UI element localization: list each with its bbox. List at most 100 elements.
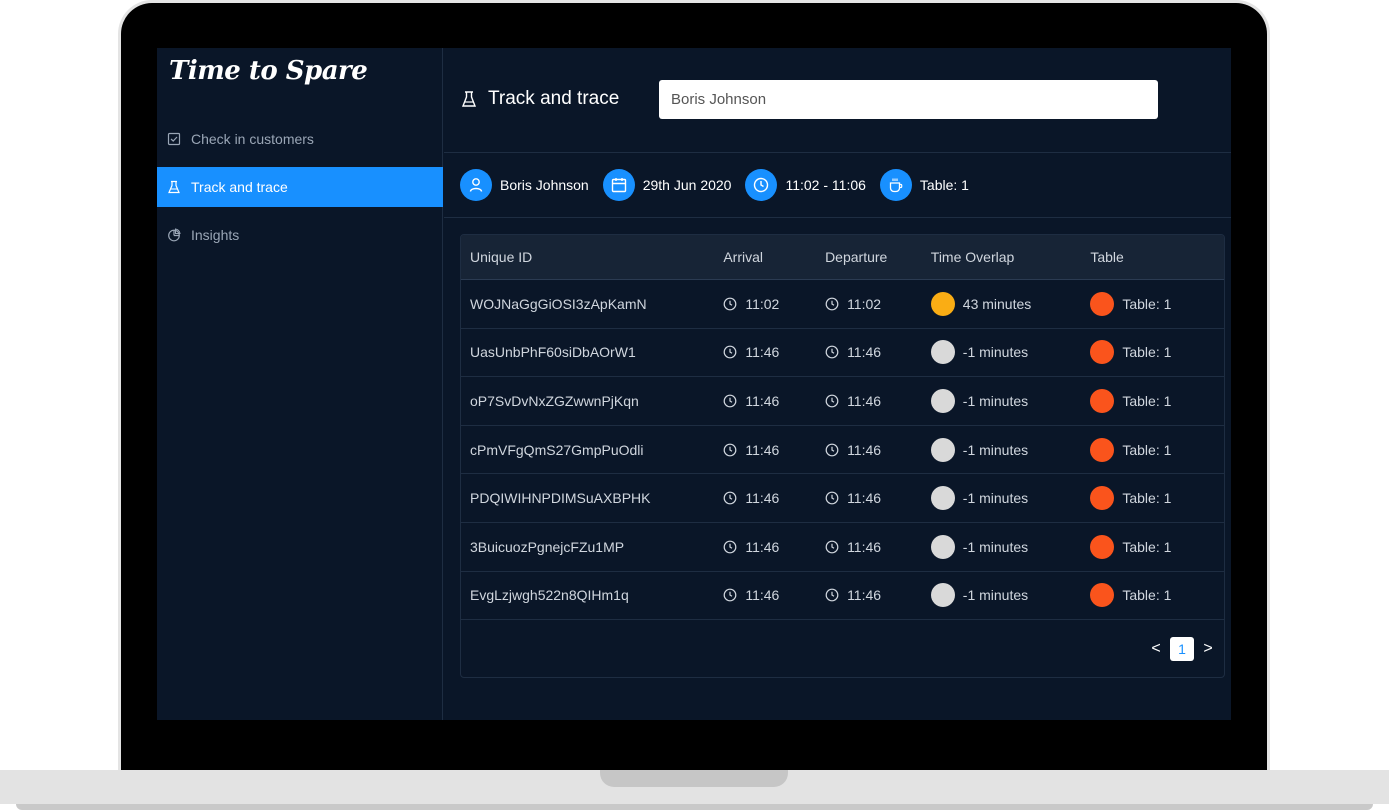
cell-arrival: 11:46 bbox=[723, 442, 825, 458]
clock-icon bbox=[723, 491, 737, 505]
clock-icon bbox=[825, 491, 839, 505]
clock-icon bbox=[723, 540, 737, 554]
arrival-time: 11:46 bbox=[745, 392, 780, 409]
info-table: Table: 1 bbox=[879, 169, 969, 201]
arrival-time: 11:46 bbox=[745, 490, 780, 507]
cell-time-overlap: 43 minutes bbox=[930, 291, 1091, 316]
clock-icon bbox=[825, 394, 839, 408]
departure-time: 11:46 bbox=[847, 490, 882, 507]
table-row[interactable]: EvgLzjwgh522n8QIHm1q 11:46 11:46 -1 minu… bbox=[461, 572, 1224, 621]
arrival-time: 11:46 bbox=[745, 538, 780, 555]
table-row[interactable]: WOJNaGgGiOSI3zApKamN 11:02 11:02 43 minu… bbox=[461, 280, 1224, 329]
cell-departure: 11:46 bbox=[825, 393, 931, 409]
overlap-status-dot bbox=[930, 534, 955, 559]
clock-icon bbox=[825, 297, 839, 311]
departure-time: 11:46 bbox=[847, 344, 882, 361]
arrival-time: 11:46 bbox=[745, 587, 780, 604]
cell-table: Table: 1 bbox=[1090, 534, 1224, 559]
info-date: 29th Jun 2020 bbox=[602, 169, 731, 201]
table-row[interactable]: oP7SvDvNxZGZwwnPjKqn 11:46 11:46 -1 minu… bbox=[461, 377, 1224, 426]
cell-table: Table: 1 bbox=[1090, 340, 1224, 365]
column-header-unique-id[interactable]: Unique ID bbox=[461, 249, 723, 265]
user-icon bbox=[460, 169, 492, 201]
sidebar-item-track-and-trace[interactable]: Track and trace bbox=[157, 167, 443, 207]
table-status-dot bbox=[1090, 583, 1115, 608]
table-status-dot bbox=[1090, 340, 1115, 365]
overlap-status-dot bbox=[930, 437, 955, 462]
cell-arrival: 11:46 bbox=[723, 393, 825, 409]
departure-time: 11:46 bbox=[847, 441, 882, 458]
overlap-value: 43 minutes bbox=[962, 295, 1032, 312]
cell-table: Table: 1 bbox=[1090, 291, 1224, 316]
cell-time-overlap: -1 minutes bbox=[930, 486, 1091, 511]
sidebar-item-label: Insights bbox=[191, 227, 240, 243]
overlap-value: -1 minutes bbox=[962, 587, 1029, 604]
sidebar-item-check-in[interactable]: Check in customers bbox=[157, 119, 443, 159]
cell-unique-id: PDQIWIHNPDIMSuAXBPHK bbox=[470, 490, 651, 507]
table-row[interactable]: UasUnbPhF60siDbAOrW1 11:46 11:46 -1 minu… bbox=[461, 329, 1224, 378]
cell-arrival: 11:46 bbox=[723, 587, 825, 603]
column-header-departure[interactable]: Departure bbox=[825, 249, 931, 265]
cell-time-overlap: -1 minutes bbox=[930, 534, 1091, 559]
table-row[interactable]: 3BuicuozPgnejcFZu1MP 11:46 11:46 -1 minu… bbox=[461, 523, 1224, 572]
cell-departure: 11:46 bbox=[825, 442, 931, 458]
table-value: Table: 1 bbox=[1122, 392, 1172, 409]
table-header: Unique ID Arrival Departure Time Overlap… bbox=[461, 235, 1224, 280]
clock-icon bbox=[723, 297, 737, 311]
table-status-dot bbox=[1090, 437, 1115, 462]
arrival-time: 11:46 bbox=[745, 344, 780, 361]
overlap-value: -1 minutes bbox=[962, 490, 1029, 507]
cell-unique-id: cPmVFgQmS27GmpPuOdli bbox=[470, 441, 644, 458]
cell-arrival: 11:46 bbox=[723, 344, 825, 360]
clock-icon bbox=[723, 588, 737, 602]
info-time: 11:02 - 11:06 bbox=[745, 169, 866, 201]
cell-arrival: 11:02 bbox=[723, 296, 825, 312]
cell-departure: 11:46 bbox=[825, 539, 931, 555]
search-input[interactable] bbox=[659, 80, 1158, 119]
clock-icon bbox=[825, 443, 839, 457]
overlap-status-dot bbox=[930, 486, 955, 511]
overlap-value: -1 minutes bbox=[962, 392, 1029, 409]
column-header-arrival[interactable]: Arrival bbox=[723, 249, 825, 265]
main-content: Track and trace Boris Johnson 29th Jun 2… bbox=[444, 48, 1231, 720]
pagination-page-1[interactable]: 1 bbox=[1170, 637, 1194, 661]
pie-chart-icon bbox=[167, 228, 181, 242]
person-info-bar: Boris Johnson 29th Jun 2020 11:02 - 11:0… bbox=[444, 153, 1231, 218]
table-row[interactable]: cPmVFgQmS27GmpPuOdli 11:46 11:46 -1 minu… bbox=[461, 426, 1224, 475]
overlap-value: -1 minutes bbox=[962, 344, 1029, 361]
departure-time: 11:46 bbox=[847, 587, 882, 604]
column-header-table[interactable]: Table bbox=[1090, 249, 1224, 265]
overlap-value: -1 minutes bbox=[962, 538, 1029, 555]
table-value: Table: 1 bbox=[1122, 295, 1172, 312]
cell-unique-id: EvgLzjwgh522n8QIHm1q bbox=[470, 587, 629, 604]
table-status-dot bbox=[1090, 534, 1115, 559]
table-status-dot bbox=[1090, 486, 1115, 511]
clock-icon bbox=[723, 345, 737, 359]
table-value: Table: 1 bbox=[1122, 441, 1172, 458]
sidebar-item-insights[interactable]: Insights bbox=[157, 215, 443, 255]
departure-time: 11:02 bbox=[847, 295, 882, 312]
pagination-next-button[interactable]: > bbox=[1200, 640, 1216, 658]
sidebar-item-label: Check in customers bbox=[191, 131, 314, 147]
coffee-cup-icon bbox=[879, 169, 912, 201]
flask-icon bbox=[167, 180, 181, 194]
arrival-time: 11:02 bbox=[745, 295, 780, 312]
pagination-prev-button[interactable]: < bbox=[1148, 640, 1164, 658]
overlap-status-dot bbox=[930, 291, 955, 316]
cell-arrival: 11:46 bbox=[723, 539, 825, 555]
cell-table: Table: 1 bbox=[1090, 583, 1224, 608]
app-screen: Time to Spare Check in customers Track a… bbox=[157, 48, 1231, 720]
cell-time-overlap: -1 minutes bbox=[930, 437, 1091, 462]
arrival-time: 11:46 bbox=[745, 441, 780, 458]
table-status-dot bbox=[1090, 291, 1115, 316]
overlap-status-dot bbox=[930, 388, 955, 413]
calendar-icon bbox=[602, 169, 635, 201]
column-header-time-overlap[interactable]: Time Overlap bbox=[931, 249, 1091, 265]
departure-time: 11:46 bbox=[847, 392, 882, 409]
table-row[interactable]: PDQIWIHNPDIMSuAXBPHK 11:46 11:46 -1 minu… bbox=[461, 474, 1224, 523]
table-value: Table: 1 bbox=[1122, 490, 1172, 507]
cell-time-overlap: -1 minutes bbox=[930, 388, 1091, 413]
overlap-status-dot bbox=[930, 340, 955, 365]
clock-icon bbox=[825, 540, 839, 554]
cell-unique-id: UasUnbPhF60siDbAOrW1 bbox=[470, 344, 636, 361]
